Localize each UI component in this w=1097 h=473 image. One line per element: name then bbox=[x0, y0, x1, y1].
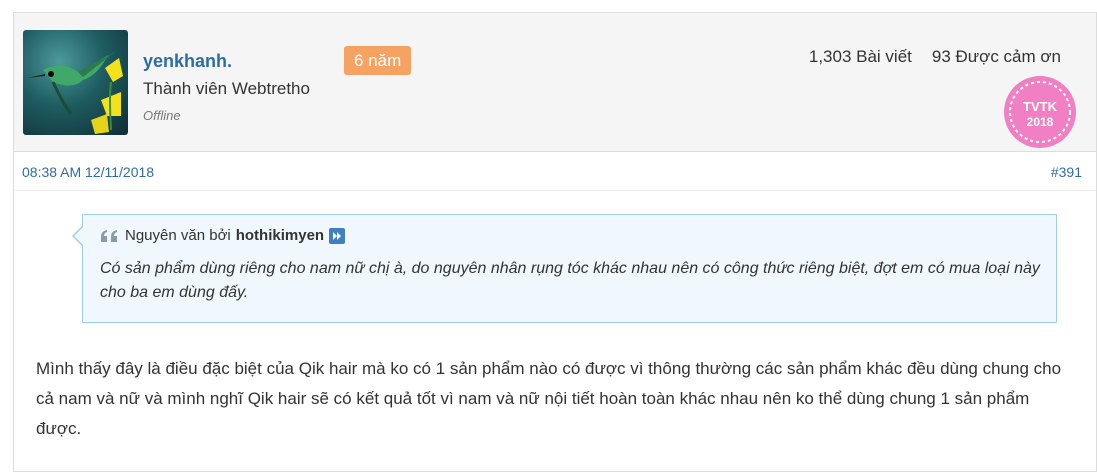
username-link[interactable]: yenkhanh. bbox=[143, 51, 232, 72]
forum-post: yenkhanh. 6 năm Thành viên Webtretho Off… bbox=[13, 12, 1097, 472]
post-meta-row: 08:38 AM 12/11/2018 #391 bbox=[14, 151, 1096, 191]
avatar[interactable] bbox=[23, 30, 128, 135]
quote-header: Nguyên văn bởi hothikimyen bbox=[100, 227, 346, 244]
online-status: Offline bbox=[143, 108, 181, 123]
quote-author-link[interactable]: hothikimyen bbox=[236, 227, 324, 244]
post-header: yenkhanh. 6 năm Thành viên Webtretho Off… bbox=[14, 13, 1096, 151]
post-permalink[interactable]: #391 bbox=[1051, 164, 1082, 180]
thanks-count: 93 Được cảm ơn bbox=[931, 47, 1061, 66]
hummingbird-image bbox=[27, 52, 123, 134]
quote-block: Nguyên văn bởi hothikimyen Có sản phẩm d… bbox=[72, 214, 1057, 323]
quote-prefix: Nguyên văn bởi bbox=[125, 227, 231, 244]
badge-line1: TVTK bbox=[1023, 99, 1058, 114]
post-timestamp: 08:38 AM 12/11/2018 bbox=[22, 164, 155, 180]
quote-text: Có sản phẩm dùng riêng cho nam nữ chị à,… bbox=[100, 260, 1040, 301]
user-stats: 1,303 Bài viết 93 Được cảm ơn bbox=[809, 47, 1061, 67]
badge-line2: 2018 bbox=[1027, 115, 1054, 129]
membership-years-badge: 6 năm bbox=[344, 46, 412, 75]
post-content: Mình thấy đây là điều đặc biệt của Qik h… bbox=[36, 359, 1062, 438]
quote-arrow-inner bbox=[74, 226, 84, 246]
tvtk-2018-badge: TVTK 2018 bbox=[1002, 74, 1078, 150]
post-count: 1,303 Bài viết bbox=[808, 47, 912, 66]
user-title: Thành viên Webtretho bbox=[143, 79, 310, 98]
jump-to-post-icon[interactable] bbox=[329, 227, 346, 244]
quote-icon bbox=[101, 229, 117, 242]
